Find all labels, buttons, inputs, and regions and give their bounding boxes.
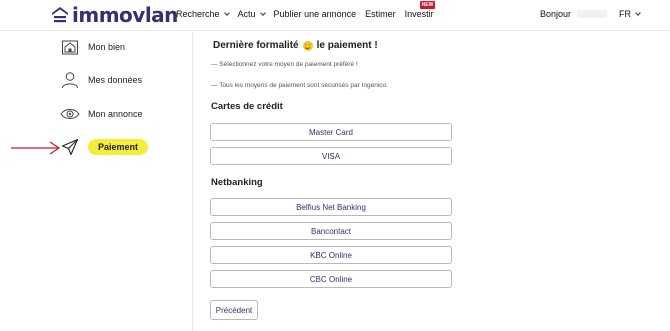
nav-investir[interactable]: Investir NEW <box>405 1 436 19</box>
new-badge: NEW <box>419 1 436 9</box>
nav-estimer[interactable]: Estimer <box>365 9 396 19</box>
sidebar-item-label: Mes données <box>88 75 143 85</box>
logo-text: immovlan <box>72 3 178 27</box>
sidebar-item-mon-annonce[interactable]: Mon annonce <box>60 104 143 124</box>
language-selector[interactable]: FR <box>619 9 641 19</box>
credit-cards-heading: Cartes de crédit <box>211 101 283 112</box>
chevron-down-icon <box>635 10 641 16</box>
greeting: Bonjour <box>539 9 571 19</box>
belfius-button[interactable]: Belfius Net Banking <box>210 198 452 216</box>
chevron-down-icon <box>259 10 266 16</box>
cbc-online-button[interactable]: CBC Online <box>210 270 452 288</box>
sidebar-item-paiement[interactable]: Paiement <box>60 137 149 157</box>
chevron-down-icon <box>223 10 230 16</box>
payment-instruction: — Sélectionnez votre moyen de paiement p… <box>211 61 358 68</box>
sidebar-item-mes-donnees[interactable]: Mes données <box>60 70 142 90</box>
nav-actu[interactable]: Actu <box>238 9 266 19</box>
house-icon <box>60 37 80 57</box>
smiley-icon <box>302 40 313 51</box>
visa-button[interactable]: VISA <box>210 147 452 165</box>
account-menu[interactable]: Bonjour <box>540 9 613 19</box>
bancontact-button[interactable]: Bancontact <box>210 222 452 240</box>
sidebar-item-mon-bien[interactable]: Mon bien <box>60 37 125 57</box>
user-name-blurred <box>577 10 607 18</box>
sidebar-item-label: Mon bien <box>88 42 126 52</box>
sidebar-item-label: Mon annonce <box>88 109 143 119</box>
netbanking-heading: Netbanking <box>211 177 263 188</box>
send-icon <box>60 137 80 157</box>
immovlan-logo[interactable]: immovlan <box>51 3 178 27</box>
user-icon <box>60 70 80 90</box>
sidebar-item-label-highlighted: Paiement <box>88 139 149 155</box>
main-nav: Recherche Actu Publier une annonce Estim… <box>176 1 443 19</box>
previous-button[interactable]: Précédent <box>210 300 258 320</box>
logo-house-icon <box>52 7 68 23</box>
sidebar-divider <box>192 31 193 331</box>
nav-recherche[interactable]: Recherche <box>176 9 230 19</box>
page-title: Dernière formalité le paiement ! <box>213 40 378 51</box>
top-navigation-bar: immovlan Recherche Actu Publier une anno… <box>0 0 670 30</box>
header-divider <box>0 30 670 31</box>
nav-publier[interactable]: Publier une annonce <box>274 9 357 19</box>
security-note: — Tous les moyens de paiement sont sécur… <box>211 82 388 89</box>
account-nav: Bonjour FR <box>540 9 641 19</box>
master-card-button[interactable]: Master Card <box>210 123 452 141</box>
kbc-online-button[interactable]: KBC Online <box>210 246 452 264</box>
red-annotation-arrow-icon <box>11 141 61 155</box>
eye-icon <box>60 104 80 124</box>
